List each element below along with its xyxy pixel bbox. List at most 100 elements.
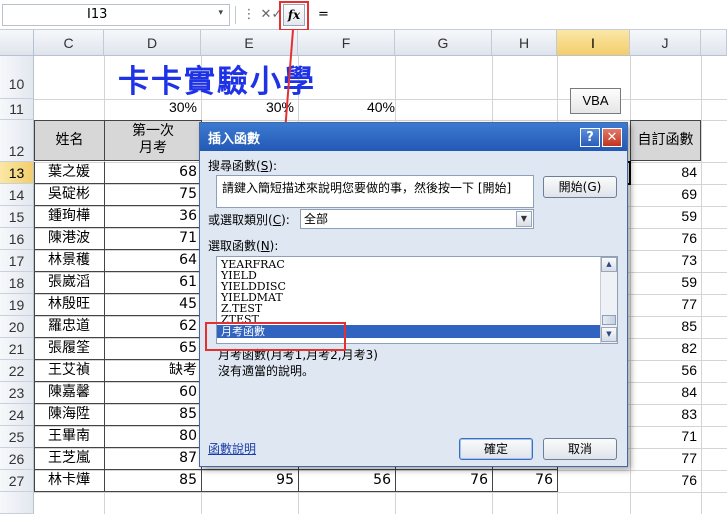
category-select[interactable]: 全部 ▼ xyxy=(300,209,534,229)
first-exam-cell[interactable]: 71 xyxy=(104,228,202,250)
first-exam-cell[interactable]: 61 xyxy=(104,272,202,294)
vba-button[interactable]: VBA xyxy=(570,88,621,114)
scroll-up-icon[interactable]: ▲ xyxy=(601,257,617,272)
custom-function-cell[interactable]: 71 xyxy=(630,426,701,448)
row-header-28[interactable] xyxy=(0,492,34,514)
first-exam-cell[interactable]: 62 xyxy=(104,316,202,338)
first-exam-cell[interactable]: 85 xyxy=(104,404,202,426)
row-header-14[interactable]: 14 xyxy=(0,184,34,206)
student-name-cell[interactable]: 陳海陞 xyxy=(34,404,105,426)
first-exam-cell[interactable]: 36 xyxy=(104,206,202,228)
first-exam-cell[interactable]: 80 xyxy=(104,426,202,448)
row-header-12[interactable]: 12 xyxy=(0,120,34,162)
student-name-cell[interactable]: 王畢南 xyxy=(34,426,105,448)
category-label-end: ): xyxy=(281,213,290,227)
row-header-22[interactable]: 22 xyxy=(0,360,34,382)
student-name-cell[interactable]: 羅忠道 xyxy=(34,316,105,338)
column-header-d[interactable]: D xyxy=(104,30,201,56)
student-name-cell[interactable]: 鍾珣樺 xyxy=(34,206,105,228)
scroll-thumb[interactable] xyxy=(602,315,616,325)
custom-function-cell[interactable]: 83 xyxy=(630,404,701,426)
first-exam-cell[interactable]: 75 xyxy=(104,184,202,206)
column-header-i[interactable]: I xyxy=(557,30,630,56)
row-header-20[interactable]: 20 xyxy=(0,316,34,338)
first-exam-cell[interactable]: 64 xyxy=(104,250,202,272)
student-name-cell[interactable]: 王艾禎 xyxy=(34,360,105,382)
chevron-down-icon[interactable]: ▼ xyxy=(516,211,532,227)
help-link[interactable]: 函數說明 xyxy=(208,440,256,457)
chevron-down-icon[interactable]: ▾ xyxy=(218,8,223,18)
column-header-g[interactable]: G xyxy=(395,30,492,56)
score-cell-f[interactable]: 56 xyxy=(298,470,396,492)
custom-function-cell[interactable]: 77 xyxy=(630,294,701,316)
custom-function-cell[interactable]: 59 xyxy=(630,206,701,228)
custom-function-cell[interactable]: 85 xyxy=(630,316,701,338)
row-header-25[interactable]: 25 xyxy=(0,426,34,448)
custom-function-cell[interactable]: 69 xyxy=(630,184,701,206)
row-header-11[interactable]: 11 xyxy=(0,99,34,120)
student-name-cell[interactable]: 吳碇彬 xyxy=(34,184,105,206)
row-header-26[interactable]: 26 xyxy=(0,448,34,470)
formula-text: = xyxy=(318,7,329,22)
student-name-cell[interactable]: 王芝嵐 xyxy=(34,448,105,470)
first-exam-cell[interactable]: 45 xyxy=(104,294,202,316)
custom-function-cell[interactable]: 76 xyxy=(630,470,701,492)
row-header-24[interactable]: 24 xyxy=(0,404,34,426)
score-cell-g[interactable]: 76 xyxy=(395,470,493,492)
first-exam-cell[interactable]: 87 xyxy=(104,448,202,470)
column-header-k[interactable] xyxy=(701,30,727,56)
row-header-19[interactable]: 19 xyxy=(0,294,34,316)
column-header-e[interactable]: E xyxy=(201,30,298,56)
row-header-27[interactable]: 27 xyxy=(0,470,34,492)
student-name-cell[interactable]: 林景穫 xyxy=(34,250,105,272)
custom-function-cell[interactable]: 73 xyxy=(630,250,701,272)
formula-input[interactable]: = xyxy=(312,5,722,26)
row-header-15[interactable]: 15 xyxy=(0,206,34,228)
dialog-titlebar[interactable]: 插入函數 ? ✕ xyxy=(200,123,627,151)
name-box[interactable]: I13 ▾ xyxy=(2,4,230,26)
custom-function-cell[interactable]: 59 xyxy=(630,272,701,294)
row-header-10[interactable]: 10 xyxy=(0,56,34,99)
score-cell-h[interactable]: 76 xyxy=(492,470,558,492)
row-header-13[interactable]: 13 xyxy=(0,162,34,184)
custom-function-cell[interactable]: 82 xyxy=(630,338,701,360)
column-header-c[interactable]: C xyxy=(34,30,104,56)
student-name-cell[interactable]: 陳港波 xyxy=(34,228,105,250)
column-header-j[interactable]: J xyxy=(630,30,701,56)
custom-function-cell[interactable]: 76 xyxy=(630,228,701,250)
help-button[interactable]: ? xyxy=(580,128,600,147)
row-header-17[interactable]: 17 xyxy=(0,250,34,272)
student-name-cell[interactable]: 陳嘉馨 xyxy=(34,382,105,404)
close-button[interactable]: ✕ xyxy=(602,128,622,147)
row-header-21[interactable]: 21 xyxy=(0,338,34,360)
go-button[interactable]: 開始(G) xyxy=(543,176,617,198)
first-exam-cell[interactable]: 缺考 xyxy=(104,360,202,382)
cancel-button[interactable]: 取消 xyxy=(543,438,617,460)
custom-function-cell[interactable]: 84 xyxy=(630,162,701,184)
student-name-cell[interactable]: 張履筌 xyxy=(34,338,105,360)
ok-button[interactable]: 確定 xyxy=(459,438,533,460)
category-label: 或選取類別(C): xyxy=(208,211,290,228)
student-name-cell[interactable]: 林卡燁 xyxy=(34,470,105,492)
student-name-cell[interactable]: 林殷旺 xyxy=(34,294,105,316)
student-name-cell[interactable]: 葉之媛 xyxy=(34,162,105,184)
column-header-f[interactable]: F xyxy=(298,30,395,56)
first-exam-cell[interactable]: 65 xyxy=(104,338,202,360)
first-exam-cell[interactable]: 60 xyxy=(104,382,202,404)
custom-function-cell[interactable]: 77 xyxy=(630,448,701,470)
first-exam-cell[interactable]: 85 xyxy=(104,470,202,492)
scroll-down-icon[interactable]: ▼ xyxy=(601,327,617,342)
search-input[interactable]: 請鍵入簡短描述來說明您要做的事，然後按一下 [開始] xyxy=(216,175,534,208)
select-all-corner[interactable] xyxy=(0,30,34,56)
row-header-23[interactable]: 23 xyxy=(0,382,34,404)
function-list-scrollbar[interactable]: ▲ ▼ xyxy=(600,257,617,343)
row-header-18[interactable]: 18 xyxy=(0,272,34,294)
first-exam-cell[interactable]: 68 xyxy=(104,162,202,184)
score-cell-e[interactable]: 95 xyxy=(201,470,299,492)
column-header-h[interactable]: H xyxy=(492,30,557,56)
student-name-cell[interactable]: 張崴滔 xyxy=(34,272,105,294)
table-border xyxy=(34,162,35,492)
custom-function-cell[interactable]: 84 xyxy=(630,382,701,404)
custom-function-cell[interactable]: 56 xyxy=(630,360,701,382)
row-header-16[interactable]: 16 xyxy=(0,228,34,250)
